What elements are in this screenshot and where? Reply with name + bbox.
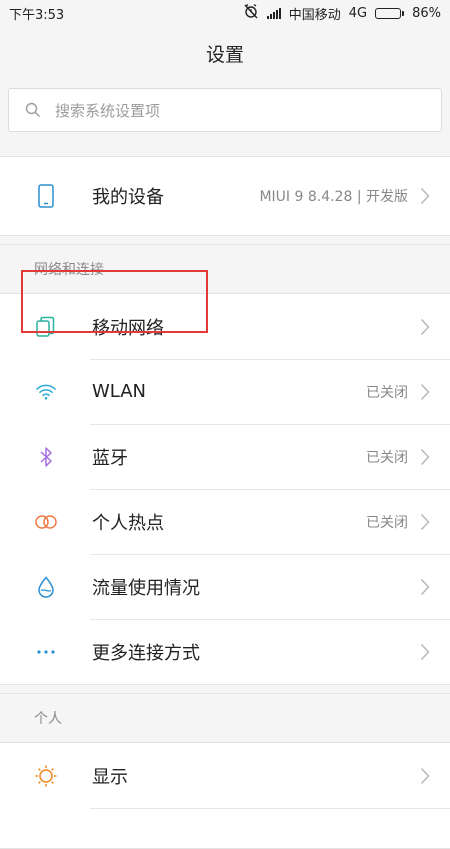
my-device-label: 我的设备 [92, 187, 164, 208]
phone-icon [0, 184, 92, 208]
more-connections-row[interactable]: 更多连接方式 [0, 619, 450, 684]
network-group: 移动网络 WLAN 已关闭 蓝牙 已关闭 个人热点 已关闭 流量使用情况 更多连… [0, 293, 450, 685]
wlan-label: WLAN [92, 381, 147, 402]
wlan-row[interactable]: WLAN 已关闭 [0, 359, 450, 424]
battery-percent: 86% [412, 5, 441, 21]
page-title: 设置 [205, 43, 244, 66]
data-usage-row[interactable]: 流量使用情况 [0, 554, 450, 619]
hotspot-icon [0, 514, 92, 530]
search-icon [15, 102, 51, 118]
wlan-status: 已关闭 [366, 384, 408, 401]
section-personal-header: 个人 [0, 693, 450, 742]
chevron-right-icon [420, 643, 450, 661]
sim-card-icon [0, 316, 92, 338]
hotspot-status: 已关闭 [366, 514, 408, 531]
chevron-right-icon [420, 318, 450, 336]
display-row[interactable]: 显示 [0, 743, 450, 808]
search-placeholder: 搜索系统设置项 [55, 101, 161, 120]
data-usage-label: 流量使用情况 [92, 577, 200, 599]
status-bar: 下午3:53 中国移动 4G 86% [0, 0, 450, 26]
my-device-row[interactable]: 我的设备 MIUI 9 8.4.28 | 开发版 [0, 157, 450, 235]
brightness-icon [0, 764, 92, 788]
more-connections-label: 更多连接方式 [92, 642, 200, 664]
data-usage-icon [0, 575, 92, 598]
chevron-right-icon [420, 383, 450, 401]
carrier-name: 中国移动 [288, 7, 341, 23]
section-network-header: 网络和连接 [0, 244, 450, 293]
alarm-off-icon [243, 3, 259, 23]
bluetooth-row[interactable]: 蓝牙 已关闭 [0, 424, 450, 489]
hotspot-label: 个人热点 [92, 512, 164, 534]
more-dots-icon [0, 649, 92, 655]
chevron-right-icon [420, 448, 450, 466]
bluetooth-label: 蓝牙 [92, 447, 128, 469]
page-title-bar: 设置 [0, 26, 450, 80]
personal-group: 显示 [0, 742, 450, 849]
next-row-partial[interactable] [0, 808, 450, 848]
bluetooth-icon [0, 446, 92, 468]
display-label: 显示 [92, 766, 128, 788]
signal-icon [266, 7, 281, 19]
hotspot-row[interactable]: 个人热点 已关闭 [0, 489, 450, 554]
search-input[interactable]: 搜索系统设置项 [8, 88, 442, 132]
chevron-right-icon [420, 767, 450, 785]
status-time: 下午3:53 [9, 7, 65, 23]
search-area: 搜索系统设置项 [0, 80, 450, 142]
chevron-right-icon [420, 187, 450, 205]
mobile-network-label: 移动网络 [92, 317, 164, 339]
device-group: 我的设备 MIUI 9 8.4.28 | 开发版 [0, 156, 450, 236]
section-personal-title: 个人 [34, 711, 62, 727]
chevron-right-icon [420, 578, 450, 596]
wifi-icon [0, 384, 92, 400]
section-network-title: 网络和连接 [34, 262, 104, 278]
battery-icon [375, 7, 405, 19]
network-type: 4G [348, 5, 368, 21]
status-indicators: 中国移动 4G 86% [243, 3, 441, 23]
mobile-network-row[interactable]: 移动网络 [0, 294, 450, 359]
chevron-right-icon [420, 513, 450, 531]
my-device-version: MIUI 9 8.4.28 | 开发版 [259, 189, 408, 205]
bluetooth-status: 已关闭 [366, 449, 408, 466]
